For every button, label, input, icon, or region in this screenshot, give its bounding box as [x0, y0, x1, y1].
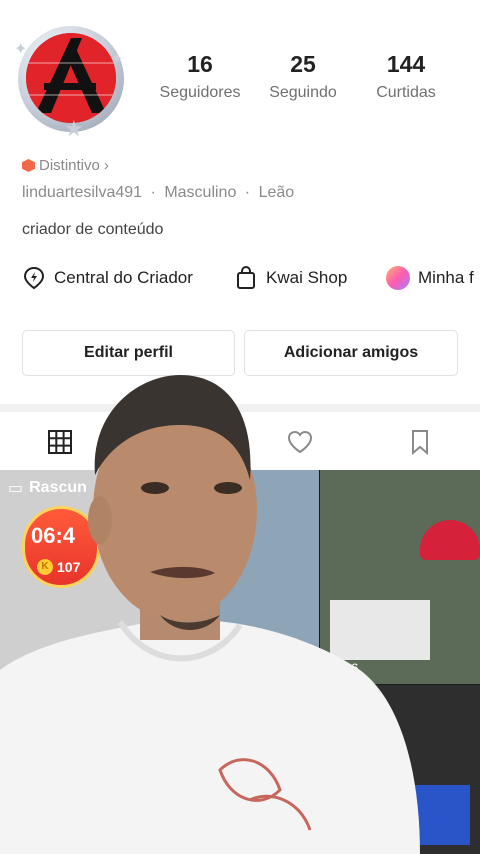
my-link[interactable]: Minha f: [386, 266, 474, 290]
edit-profile-button[interactable]: Editar perfil: [22, 330, 235, 376]
star-icon: ✦: [14, 41, 28, 58]
shopping-bag-icon: [237, 266, 255, 289]
draft-cell[interactable]: ▭ Rascun 06:4 K 107: [0, 470, 159, 684]
profile-meta: linduartesilva491 · Masculino · Leão: [22, 184, 294, 202]
play-icon: [330, 662, 339, 674]
play-count: 16: [330, 660, 359, 676]
separator: ·: [244, 184, 251, 201]
tab-likes[interactable]: [286, 428, 314, 456]
draft-icon: ▭: [8, 480, 24, 497]
table-shape: [330, 600, 430, 660]
username: linduartesilva491: [22, 184, 143, 201]
badge-link[interactable]: Distintivo ›: [22, 157, 109, 174]
tab-grid[interactable]: [46, 428, 74, 456]
grid-icon: [48, 430, 72, 454]
heart-icon: [287, 430, 313, 454]
followers-count: 16: [187, 51, 213, 77]
add-friends-button[interactable]: Adicionar amigos: [244, 330, 458, 376]
likes-count: 144: [386, 51, 426, 77]
profile-avatar[interactable]: ✦ ✦ ★: [14, 22, 132, 140]
draft-text: Rascun: [29, 479, 87, 496]
draft-label: ▭ Rascun: [8, 478, 87, 498]
timer-badge: 06:4 K 107: [22, 506, 100, 588]
creator-center-link[interactable]: Central do Criador: [22, 266, 193, 290]
video-grid: ▭ Rascun 06:4 K 107 s 3 16: [0, 470, 480, 854]
coin-count: 107: [57, 559, 81, 575]
following-label: Seguindo: [269, 84, 337, 101]
followers-stat[interactable]: 16 Seguidores: [152, 50, 248, 102]
separator: ·: [150, 184, 156, 201]
badge-label: Distintivo: [39, 157, 100, 174]
likes-stat[interactable]: 144 Curtidas: [358, 50, 454, 102]
following-stat[interactable]: 25 Seguindo: [255, 50, 351, 102]
screen-shape: [400, 785, 470, 845]
followers-label: Seguidores: [159, 84, 241, 101]
kwai-shop-label: Kwai Shop: [266, 268, 348, 287]
my-link-label: Minha f: [418, 268, 474, 287]
coin-icon: K: [37, 559, 53, 575]
video-cell[interactable]: 16: [320, 470, 480, 684]
coin-row: K 107: [37, 559, 80, 575]
profile-bio: criador de conteúdo: [22, 221, 164, 238]
bookmark-icon: [412, 430, 428, 456]
likes-label: Curtidas: [376, 84, 436, 101]
gender: Masculino: [164, 184, 237, 201]
kwai-shop-link[interactable]: Kwai Shop: [234, 266, 347, 290]
chevron-right-icon: ›: [103, 157, 109, 174]
avatar-image: [26, 33, 116, 123]
album-cell[interactable]: s 3: [160, 470, 319, 684]
lightning-pin-icon: [23, 266, 45, 290]
zodiac-sign: Leão: [258, 184, 295, 201]
album-count: s 3: [230, 478, 253, 495]
gradient-circle-icon: [386, 266, 410, 290]
star-icon: ★: [64, 116, 84, 141]
cap-shape: [420, 520, 480, 560]
content-tabs: [0, 412, 480, 470]
following-count: 25: [290, 51, 316, 77]
profile-links: Central do Criador Kwai Shop Minha f: [22, 266, 480, 294]
tab-saved[interactable]: [406, 428, 434, 456]
star-icon: ✦: [110, 51, 124, 68]
badge-icon: [22, 159, 35, 172]
play-count-text: 16: [343, 660, 359, 676]
creator-center-label: Central do Criador: [54, 268, 193, 287]
timer-text: 06:4: [31, 523, 76, 548]
video-cell[interactable]: [320, 685, 480, 854]
section-divider: [0, 404, 480, 412]
